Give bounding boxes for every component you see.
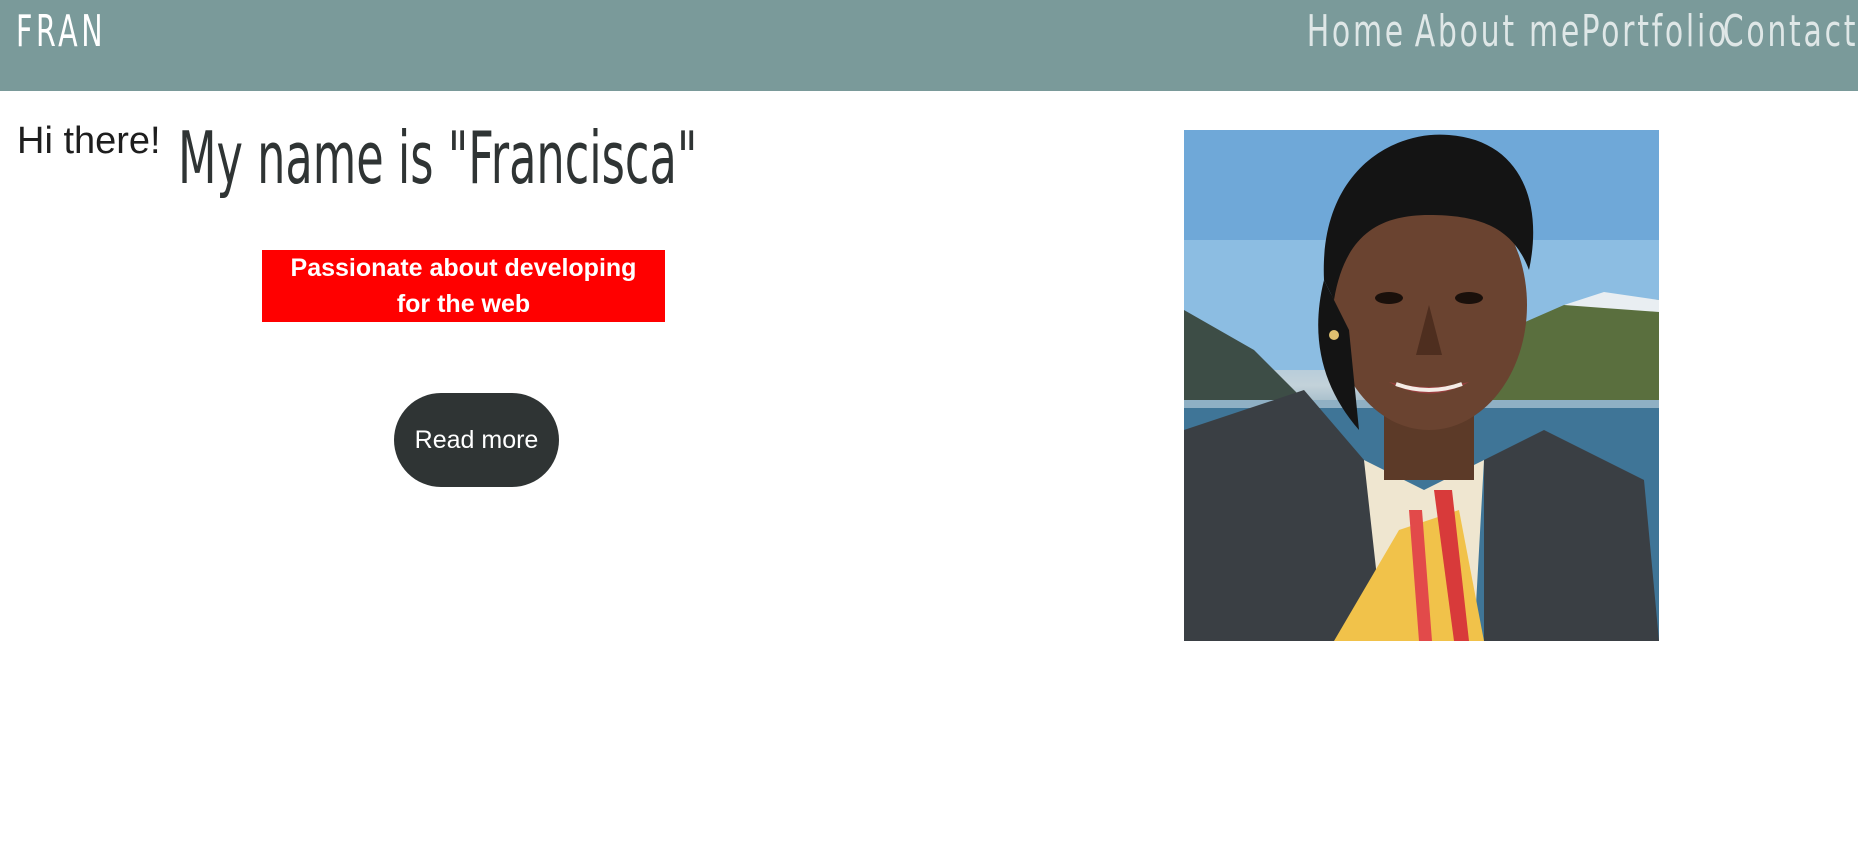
greeting-text: Hi there! xyxy=(17,120,161,162)
page-title: My name is "Francisca" xyxy=(178,116,698,200)
brand-logo[interactable]: FRAN xyxy=(16,6,106,57)
nav-link-portfolio[interactable]: Portfolio xyxy=(1581,6,1729,57)
profile-photo xyxy=(1184,130,1659,641)
read-more-button[interactable]: Read more xyxy=(394,393,559,487)
nav-link-contact[interactable]: Contact xyxy=(1723,6,1858,57)
tagline-line-2: for the web xyxy=(396,290,531,318)
tagline-banner: Passionate about developing for the web xyxy=(262,250,665,322)
tagline-line-1: Passionate about developing xyxy=(290,254,637,282)
main-nav: Home About me Portfolio Contact xyxy=(1307,6,1858,57)
portrait-illustration xyxy=(1184,130,1659,641)
nav-link-home[interactable]: Home xyxy=(1307,6,1406,57)
site-header: FRAN Home About me Portfolio Contact xyxy=(0,0,1858,91)
nav-link-about[interactable]: About me xyxy=(1415,6,1582,57)
